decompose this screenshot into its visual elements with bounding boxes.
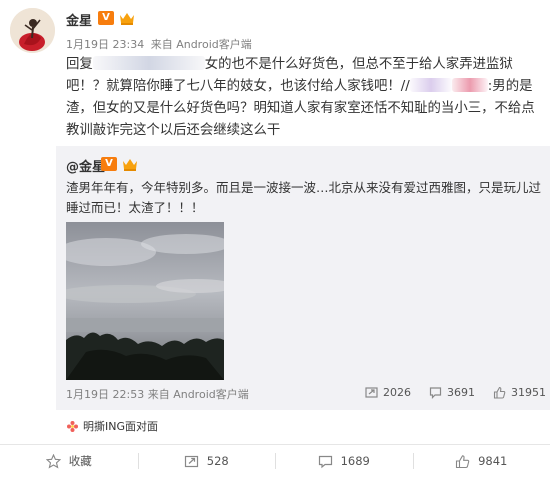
member-crown-icon <box>118 10 136 26</box>
comment-button[interactable]: 1689 <box>275 445 413 477</box>
repost-icon <box>365 387 378 398</box>
star-icon <box>45 453 61 469</box>
avatar[interactable] <box>10 8 55 53</box>
repost-stats: 2026 3691 31951 <box>365 386 546 399</box>
username[interactable]: 金星 <box>66 10 92 29</box>
repost-text: 渣男年年有，今年特别多。而且是一波接一波…北京从来没有爱过西雅图，只是玩儿过睡过… <box>66 180 542 215</box>
comment-icon <box>429 387 442 399</box>
thumbs-up-icon <box>493 386 506 399</box>
repost-count: 528 <box>206 454 229 468</box>
redacted-mention <box>92 56 205 70</box>
repost-reposts[interactable]: 2026 <box>365 386 411 399</box>
repost-comments-count: 3691 <box>447 386 475 399</box>
repost-likes[interactable]: 31951 <box>493 386 546 399</box>
topic-flower-icon <box>67 420 78 432</box>
repost-reposts-count: 2026 <box>383 386 411 399</box>
repost-comments[interactable]: 3691 <box>429 386 475 399</box>
redacted-mention <box>451 78 488 92</box>
member-crown-icon <box>121 156 139 172</box>
post-source[interactable]: 来自 Android客户端 <box>151 38 252 51</box>
repost-source[interactable]: 来自 Android客户端 <box>148 388 249 401</box>
repost-author[interactable]: @金星 <box>66 156 105 175</box>
favorite-button[interactable]: 收藏 <box>0 445 138 477</box>
post-time[interactable]: 1月19日 23:34 <box>66 38 144 51</box>
redacted-mention <box>409 78 452 92</box>
action-bar: 收藏 528 1689 9841 <box>0 445 550 477</box>
verified-badge-icon: V <box>98 11 114 25</box>
like-button[interactable]: 9841 <box>412 445 550 477</box>
thumbs-up-icon <box>456 454 470 468</box>
repost-icon <box>184 455 198 467</box>
post-text-part1: 回复 <box>66 57 93 72</box>
repost-photo[interactable] <box>66 222 224 380</box>
repost-button[interactable]: 528 <box>137 445 276 477</box>
comment-icon <box>318 455 332 468</box>
favorite-label: 收藏 <box>68 454 92 468</box>
verified-badge-icon: V <box>101 157 117 171</box>
post-text: 回复 女的也不是什么好货色，但总不至于给人家弄进监狱吧！？就算陪你睡了七八年的妓女… <box>66 54 544 142</box>
like-count: 9841 <box>478 454 508 468</box>
repost-card: @金星 V 渣男年年有，今年特别多。而且是一波接一波…北京从来没有爱过西雅图，只… <box>56 146 550 410</box>
topic-label: 明撕ING面对面 <box>83 420 158 433</box>
comment-count: 1689 <box>340 454 370 468</box>
repost-time[interactable]: 1月19日 22:53 <box>66 388 144 401</box>
repost-likes-count: 31951 <box>511 386 546 399</box>
repost-meta: 1月19日 22:53 来自 Android客户端 <box>66 386 249 402</box>
topic-tag[interactable]: 明撕ING面对面 <box>66 418 158 434</box>
post-meta: 1月19日 23:34 来自 Android客户端 <box>66 36 252 52</box>
weibo-post: 金星 V 1月19日 23:34 来自 Android客户端 回复 女的也不是什么… <box>0 0 550 477</box>
